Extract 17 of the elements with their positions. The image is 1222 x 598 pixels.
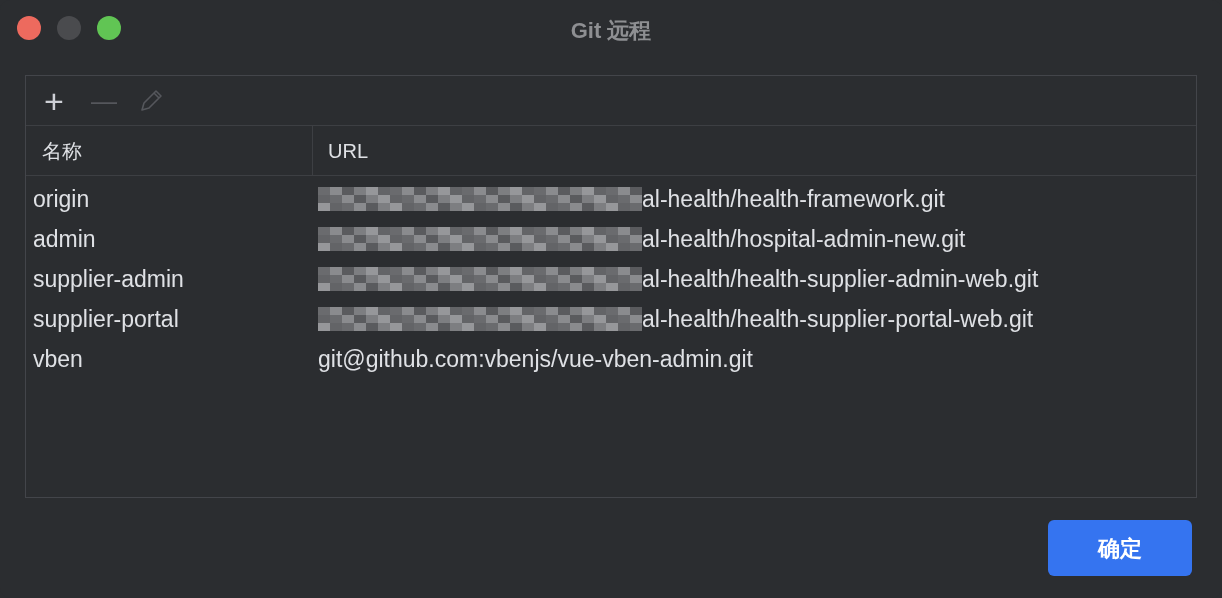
window-control-button[interactable] (17, 16, 41, 40)
table-cell-text: al-health/health-framework.git (642, 184, 945, 214)
window-control-button[interactable] (97, 16, 121, 40)
ok-button[interactable]: 确定 (1048, 520, 1192, 576)
table-cell-text: al-health/health-supplier-admin-web.git (642, 264, 1039, 294)
add-button[interactable]: + (38, 83, 70, 118)
column-header[interactable]: 名称 (26, 126, 313, 175)
table-cell-text: git@github.com:vbenjs/vue-vben-admin.git (318, 344, 753, 374)
table-cell-text: al-health/hospital-admin-new.git (642, 224, 966, 254)
column-header[interactable]: URL (313, 126, 1196, 175)
table-cell: admin (33, 225, 96, 252)
table-cell-text: al-health/health-supplier-portal-web.git (642, 304, 1034, 334)
table-cell: vben (33, 345, 83, 372)
table-cell: origin (33, 185, 90, 212)
table-cell: supplier-admin (33, 265, 184, 292)
table-cell: supplier-portal (33, 305, 179, 332)
window-title: Git 远程 (570, 17, 652, 45)
